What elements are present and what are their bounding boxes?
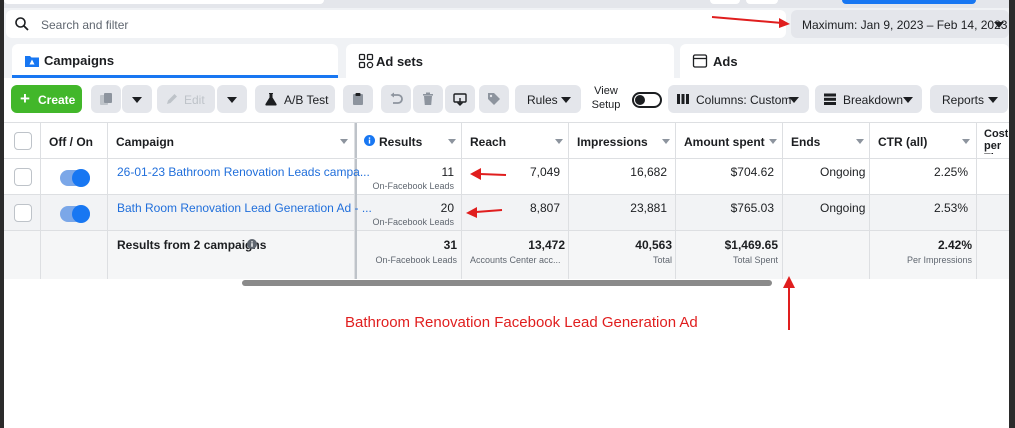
annotation-arrows bbox=[466, 16, 795, 330]
arrow-results-row-2 bbox=[466, 207, 503, 218]
arrow-amount-spent bbox=[783, 276, 795, 330]
arrow-date-range bbox=[711, 16, 790, 28]
arrow-results-row-1 bbox=[470, 168, 507, 180]
window-edge bbox=[1009, 0, 1015, 428]
ads-manager-page: Search and filter Maximum: Jan 9, 2023 –… bbox=[4, 0, 1009, 428]
